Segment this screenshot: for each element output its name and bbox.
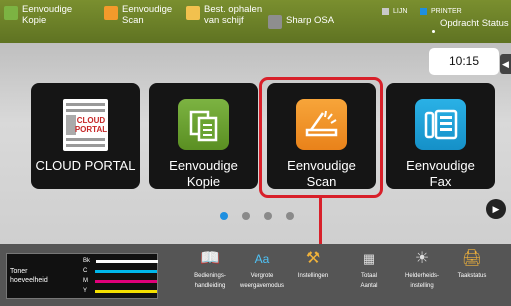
cloud-portal-logo-line1: CLOUD bbox=[77, 116, 106, 125]
printer-label: PRINTER bbox=[431, 8, 462, 15]
counter-label: Aantal bbox=[360, 283, 378, 289]
printer-indicator: PRINTER bbox=[420, 8, 462, 15]
tile-easy-copy[interactable]: Eenvoudige Kopie bbox=[149, 83, 258, 189]
tile-label: Kopie bbox=[186, 174, 221, 189]
cloud-portal-logo-line2: PORTAL bbox=[75, 125, 107, 134]
status-dot bbox=[432, 30, 435, 33]
toner-bar bbox=[95, 289, 158, 293]
brightness-label: instelling bbox=[410, 283, 434, 289]
toner-name: Y bbox=[83, 288, 88, 294]
highlight-frame bbox=[259, 77, 383, 198]
shortcut-label: Eenvoudige bbox=[22, 4, 73, 15]
tile-cloud-portal[interactable]: CLOUD PORTAL CLOUD PORTAL bbox=[31, 83, 140, 189]
page-dot[interactable] bbox=[220, 212, 228, 220]
zoom-label: Vergrote bbox=[250, 273, 274, 279]
page-indicator bbox=[220, 212, 308, 220]
job-status-label: Taakstatus bbox=[457, 273, 487, 279]
shortcut-easy-scan[interactable]: Eenvoudige Scan bbox=[104, 4, 172, 26]
shortcut-easy-copy[interactable]: Eenvoudige Kopie bbox=[4, 4, 72, 26]
toner-name: C bbox=[83, 268, 88, 274]
fax-icon bbox=[415, 99, 466, 150]
shortcut-label: Scan bbox=[122, 15, 144, 26]
toner-row-y: Y bbox=[83, 288, 158, 294]
shortcut-label: Eenvoudige bbox=[122, 4, 173, 15]
manual-label: handleiding bbox=[194, 283, 226, 289]
bottom-bar: Toner hoeveelheid Bk C M Y 📖 Bedienings-… bbox=[0, 244, 511, 306]
settings-label: Instellingen bbox=[297, 273, 329, 279]
shortcut-label: Sharp OSA bbox=[286, 15, 335, 26]
zoom-label: weergavemodus bbox=[239, 283, 285, 289]
zoom-icon: Aa bbox=[254, 252, 270, 266]
brightness-icon: ☀ bbox=[414, 250, 430, 267]
home-screen: Eenvoudige Kopie Eenvoudige Scan Best. o… bbox=[0, 0, 511, 306]
zoom-mode-button[interactable]: Aa Vergrote weergavemodus bbox=[236, 248, 288, 290]
folder-icon bbox=[186, 6, 200, 20]
manual-icon: 📖 bbox=[200, 250, 220, 267]
brightness-label: Helderheids- bbox=[404, 273, 440, 279]
toner-row-c: C bbox=[83, 268, 158, 274]
copy-icon bbox=[178, 99, 229, 150]
toner-name: M bbox=[83, 278, 88, 284]
job-status-icon: 🖨 bbox=[461, 250, 483, 267]
toner-bar bbox=[95, 269, 158, 273]
tile-easy-fax[interactable]: Eenvoudige Fax bbox=[386, 83, 495, 189]
osa-icon bbox=[268, 15, 282, 29]
toner-label: Toner bbox=[10, 268, 28, 275]
scan-icon bbox=[104, 6, 118, 20]
toner-label: hoeveelheid bbox=[10, 277, 48, 284]
counter-label: Totaal bbox=[360, 273, 377, 279]
job-status-button[interactable]: Opdracht Status bbox=[440, 18, 509, 29]
page-dot[interactable] bbox=[264, 212, 272, 220]
tile-label: Fax bbox=[429, 174, 452, 189]
copy-icon bbox=[4, 6, 18, 20]
toner-name: Bk bbox=[83, 258, 91, 264]
toner-row-m: M bbox=[83, 278, 157, 284]
shortcut-sharp-osa[interactable]: Sharp OSA bbox=[268, 15, 334, 29]
printer-status-light bbox=[420, 8, 427, 15]
line-status-light bbox=[382, 8, 389, 15]
tile-label: Eenvoudige bbox=[406, 158, 475, 173]
shortcut-label: Best. ophalen bbox=[204, 4, 263, 15]
page-dot[interactable] bbox=[242, 212, 250, 220]
toner-bar bbox=[95, 279, 157, 283]
top-shortcut-bar: Eenvoudige Kopie Eenvoudige Scan Best. o… bbox=[0, 0, 511, 43]
cloud-portal-icon: CLOUD PORTAL bbox=[63, 99, 108, 151]
home-main-area: 10:15 ◀ CLOUD PORTAL CLOUD PORTAL Eenvou… bbox=[0, 43, 511, 244]
shortcut-label: van schijf bbox=[204, 15, 244, 26]
manual-label: Bedienings- bbox=[194, 273, 226, 279]
brightness-button[interactable]: ☀ Helderheids- instelling bbox=[396, 248, 448, 290]
page-dot[interactable] bbox=[286, 212, 294, 220]
tile-label: Eenvoudige bbox=[169, 158, 238, 173]
line-indicator: LIJN bbox=[382, 8, 407, 15]
side-panel-toggle[interactable]: ◀ bbox=[500, 54, 511, 74]
line-label: LIJN bbox=[393, 8, 408, 15]
shortcut-retrieve-from-disk[interactable]: Best. ophalen van schijf bbox=[186, 4, 262, 26]
manual-button[interactable]: 📖 Bedienings- handleiding bbox=[184, 248, 236, 290]
job-status-bottom-button[interactable]: 🖨 Taakstatus bbox=[446, 248, 498, 280]
toner-row-bk: Bk bbox=[83, 258, 159, 264]
counter-icon: ▦ bbox=[362, 251, 376, 266]
total-count-button[interactable]: ▦ Totaal Aantal bbox=[343, 248, 395, 290]
tile-label: CLOUD PORTAL bbox=[35, 158, 136, 173]
clock: 10:15 bbox=[429, 48, 499, 75]
toner-bar bbox=[96, 259, 159, 263]
settings-button[interactable]: ⚒ Instellingen bbox=[287, 248, 339, 280]
shortcut-label: Kopie bbox=[22, 15, 47, 26]
toner-level-panel: Toner hoeveelheid Bk C M Y bbox=[6, 253, 159, 299]
next-page-button[interactable]: ▶ bbox=[486, 199, 506, 219]
settings-icon: ⚒ bbox=[305, 250, 321, 267]
